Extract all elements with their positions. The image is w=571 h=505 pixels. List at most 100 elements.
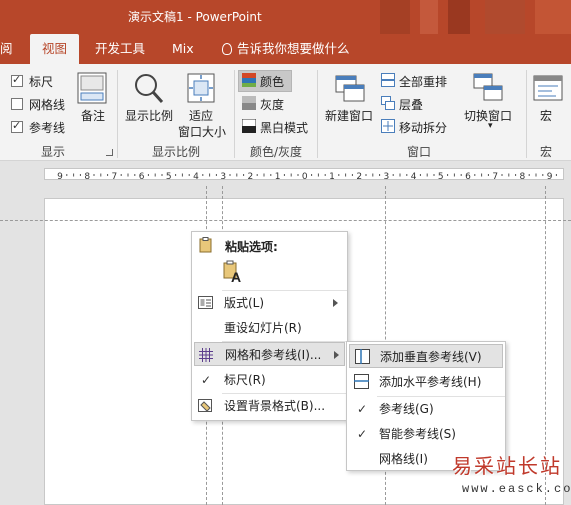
show-dialog-launcher-icon[interactable]	[106, 149, 113, 156]
ruler-number: 4	[411, 172, 417, 180]
layout-icon	[198, 296, 213, 309]
menu-item-smart-guides[interactable]: ✓ 智能参考线(S)	[347, 422, 505, 446]
submenu-arrow-icon	[333, 299, 338, 307]
submenu-arrow-icon	[334, 351, 339, 359]
arrange-all-button[interactable]: 全部重排	[399, 73, 447, 90]
switch-window-icon[interactable]	[472, 72, 504, 104]
menu-item-grid-and-guides[interactable]: 网格和参考线(I)...	[194, 342, 345, 366]
menu-item-format-background[interactable]: 设置背景格式(B)...	[192, 394, 347, 418]
horizontal-ruler[interactable]: 9 8 7 6 5 4 3 2 1 0 1 2 3 4 5 6 7 8 9	[44, 168, 564, 180]
ruler-ticks: 9 8 7 6 5 4 3 2 1 0 1 2 3 4 5 6 7 8 9	[57, 172, 557, 180]
menu-item-ruler[interactable]: ✓ 标尺(R)	[192, 368, 347, 392]
menu-item-add-vertical-guide[interactable]: 添加垂直参考线(V)	[349, 344, 503, 368]
tab-review[interactable]: 阅	[0, 34, 13, 64]
ruler-number: 6	[139, 172, 145, 180]
format-background-icon	[198, 399, 212, 412]
tab-mix[interactable]: Mix	[172, 34, 194, 64]
ribbon: 标尺 网格线 参考线 备注 显示 显示比例 适应 窗口大小 显示比例 颜色 灰度	[0, 64, 571, 161]
check-icon: ✓	[357, 402, 368, 416]
window-title: 演示文稿1 - PowerPoint	[128, 10, 262, 24]
new-window-button[interactable]: 新建窗口	[325, 107, 373, 124]
grayscale-button[interactable]: 灰度	[260, 96, 284, 113]
tab-developer[interactable]: 开发工具	[95, 34, 145, 64]
ribbon-tab-bar: 阅 视图 开发工具 Mix 告诉我你想要做什么	[0, 34, 571, 64]
smart-guides-label: 智能参考线(S)	[379, 427, 456, 441]
lightbulb-icon	[222, 43, 232, 55]
check-icon: ✓	[357, 427, 368, 441]
macros-icon[interactable]	[532, 72, 564, 104]
ruler-number: 5	[166, 172, 172, 180]
add-horizontal-guide-label: 添加水平参考线(H)	[379, 375, 482, 389]
grid-icon	[199, 348, 213, 362]
ruler-number: 1	[329, 172, 335, 180]
ruler-label: 标尺	[29, 75, 54, 89]
color-group-label: 颜色/灰度	[250, 145, 303, 159]
ruler-number: 8	[520, 172, 526, 180]
layout-label: 版式(L)	[224, 296, 265, 310]
ruler-number: 2	[248, 172, 254, 180]
color-button[interactable]: 颜色	[260, 73, 284, 90]
format-background-label: 设置背景格式(B)...	[224, 399, 326, 413]
tell-me-text: 告诉我你想要做什么	[237, 41, 350, 56]
fit-to-window-line1[interactable]: 适应	[189, 107, 213, 124]
reset-slide-label: 重设幻灯片(R)	[224, 321, 302, 335]
horizontal-guide[interactable]	[0, 220, 571, 221]
guides-submenu-label: 参考线(G)	[379, 402, 434, 416]
ruler-number: 3	[220, 172, 226, 180]
ruler-number: 9	[547, 172, 553, 180]
zoom-group-label: 显示比例	[152, 145, 201, 159]
tab-view[interactable]: 视图	[30, 34, 80, 64]
gridlines-label: 网格线	[29, 98, 66, 112]
menu-item-reset-slide[interactable]: 重设幻灯片(R)	[192, 316, 347, 340]
new-window-icon[interactable]	[334, 72, 366, 104]
group-separator	[234, 70, 235, 158]
guides-checkbox[interactable]	[11, 119, 23, 133]
ruler-number: 7	[112, 172, 118, 180]
guides-label: 参考线	[29, 121, 66, 135]
zoom-icon[interactable]	[133, 72, 165, 106]
notes-button[interactable]: 备注	[81, 107, 105, 124]
ruler-number: 3	[384, 172, 390, 180]
gridlines-checkbox[interactable]	[11, 98, 23, 110]
menu-item-guides[interactable]: ✓ 参考线(G)	[347, 397, 505, 421]
ruler-number: 8	[84, 172, 90, 180]
grayscale-icon	[242, 96, 256, 110]
fit-to-window-icon[interactable]	[186, 72, 216, 104]
zoom-button[interactable]: 显示比例	[125, 107, 173, 124]
ruler-number: 1	[275, 172, 281, 180]
group-separator	[526, 70, 527, 158]
ruler-checkbox[interactable]	[11, 73, 23, 87]
cascade-button[interactable]: 层叠	[399, 96, 423, 113]
title-decoration	[535, 0, 571, 34]
ruler-number: 6	[465, 172, 471, 180]
grid-and-guides-label: 网格和参考线(I)...	[225, 348, 322, 362]
move-split-icon	[381, 119, 395, 133]
ruler-number: 9	[57, 172, 63, 180]
macros-group-label: 宏	[540, 145, 553, 159]
arrange-all-icon	[381, 73, 395, 87]
macros-button[interactable]: 宏	[540, 107, 552, 124]
svg-text:A: A	[231, 269, 241, 284]
ruler-number: 5	[438, 172, 444, 180]
color-icon	[242, 73, 256, 87]
tell-me-search[interactable]: 告诉我你想要做什么	[222, 34, 350, 64]
watermark-url: www.easck.com	[462, 482, 571, 496]
horizontal-guide-icon	[354, 374, 369, 389]
ruler-number: 7	[492, 172, 498, 180]
move-split-button[interactable]: 移动拆分	[399, 119, 447, 136]
title-bar: 演示文稿1 - PowerPoint	[0, 0, 571, 34]
fit-to-window-line2[interactable]: 窗口大小	[178, 123, 226, 140]
title-decoration	[380, 0, 410, 34]
chevron-down-icon[interactable]: ▾	[488, 121, 493, 131]
menu-item-add-horizontal-guide[interactable]: 添加水平参考线(H)	[347, 370, 505, 394]
notes-icon[interactable]	[77, 72, 107, 104]
title-decoration	[448, 0, 470, 34]
ruler-number: 0	[302, 172, 308, 180]
black-white-button[interactable]: 黑白模式	[260, 119, 308, 136]
menu-item-layout[interactable]: 版式(L)	[192, 291, 347, 315]
black-white-icon	[242, 119, 256, 133]
add-vertical-guide-label: 添加垂直参考线(V)	[380, 350, 482, 364]
paste-text-only-icon[interactable]: A	[222, 260, 244, 284]
check-icon: ✓	[201, 373, 212, 387]
group-separator	[317, 70, 318, 158]
